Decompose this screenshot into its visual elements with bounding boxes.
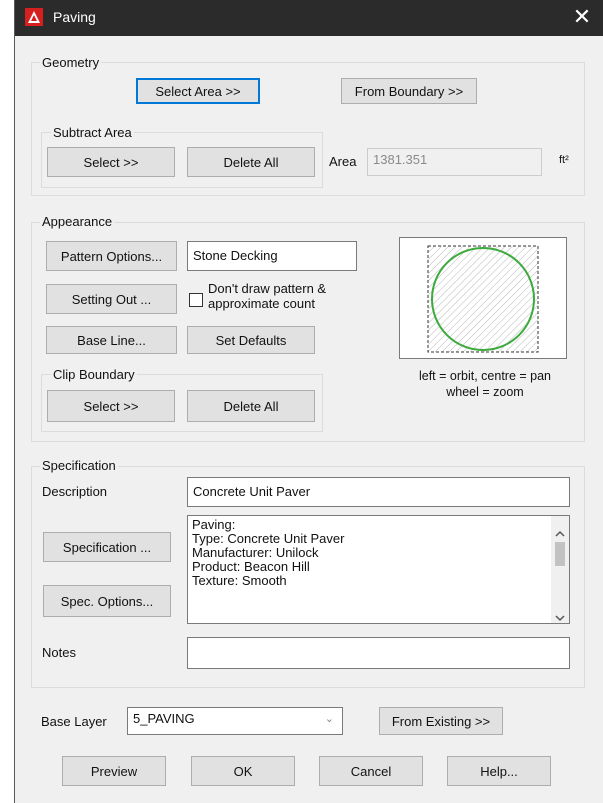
setting-out-button[interactable]: Setting Out ... xyxy=(46,284,177,314)
pattern-options-button[interactable]: Pattern Options... xyxy=(46,241,177,271)
spec-line: Product: Beacon Hill xyxy=(192,559,310,574)
geometry-label: Geometry xyxy=(40,55,102,70)
clip-select-button[interactable]: Select >> xyxy=(47,390,175,422)
app-logo-icon xyxy=(25,8,43,26)
area-label: Area xyxy=(329,154,357,169)
notes-label: Notes xyxy=(42,645,76,660)
spec-line: Texture: Smooth xyxy=(192,573,287,588)
scroll-down-icon xyxy=(555,615,565,622)
notes-field[interactable] xyxy=(187,637,570,669)
pattern-preview-graphic xyxy=(427,245,539,353)
base-layer-label: Base Layer xyxy=(41,714,107,729)
base-line-button[interactable]: Base Line... xyxy=(46,326,177,354)
subtract-delete-all-button[interactable]: Delete All xyxy=(187,147,315,177)
specification-button[interactable]: Specification ... xyxy=(43,532,171,562)
description-label: Description xyxy=(42,484,108,499)
preview-hint: left = orbit, centre = pan wheel = zoom xyxy=(418,369,552,399)
spec-line: Type: Concrete Unit Paver xyxy=(192,531,345,546)
set-defaults-button[interactable]: Set Defaults xyxy=(187,326,315,354)
description-field[interactable]: Concrete Unit Paver xyxy=(187,477,570,507)
ok-button[interactable]: OK xyxy=(191,756,295,786)
appearance-label: Appearance xyxy=(40,214,115,229)
chevron-down-icon: ⌄ xyxy=(324,713,334,725)
subtract-select-button[interactable]: Select >> xyxy=(47,147,175,177)
spec-line: Paving: xyxy=(192,517,236,532)
from-existing-button[interactable]: From Existing >> xyxy=(379,707,503,735)
title-bar: Paving ✕ xyxy=(15,0,603,36)
spec-options-button[interactable]: Spec. Options... xyxy=(43,585,171,617)
scroll-thumb xyxy=(555,542,565,566)
spec-line: Manufacturer: Unilock xyxy=(192,545,319,560)
from-boundary-button[interactable]: From Boundary >> xyxy=(341,78,477,104)
close-icon[interactable]: ✕ xyxy=(568,4,596,30)
specification-label: Specification xyxy=(40,458,118,473)
area-unit: ft² xyxy=(559,154,569,166)
spec-scrollbar[interactable] xyxy=(551,516,569,623)
pattern-name-field: Stone Decking xyxy=(187,241,357,271)
pattern-preview[interactable] xyxy=(399,237,567,359)
area-field: 1381.351 xyxy=(367,148,542,176)
subtract-area-label: Subtract Area xyxy=(51,125,134,140)
clip-delete-all-button[interactable]: Delete All xyxy=(187,390,315,422)
preview-button[interactable]: Preview xyxy=(62,756,166,786)
scroll-up-icon xyxy=(555,530,565,537)
base-layer-select[interactable]: 5_PAVING ⌄ xyxy=(127,707,343,735)
dont-draw-pattern-checkbox[interactable] xyxy=(189,293,203,307)
cancel-button[interactable]: Cancel xyxy=(319,756,423,786)
paving-dialog: Paving ✕ Geometry Select Area >> From Bo… xyxy=(14,0,603,803)
base-layer-value: 5_PAVING xyxy=(133,711,195,726)
window-title: Paving xyxy=(53,9,96,25)
select-area-button[interactable]: Select Area >> xyxy=(136,78,260,104)
clip-boundary-label: Clip Boundary xyxy=(51,367,137,382)
dont-draw-pattern-label: Don't draw pattern & approximate count xyxy=(208,281,327,311)
specification-text-area[interactable]: Paving: Type: Concrete Unit Paver Manufa… xyxy=(187,515,570,624)
help-button[interactable]: Help... xyxy=(447,756,551,786)
